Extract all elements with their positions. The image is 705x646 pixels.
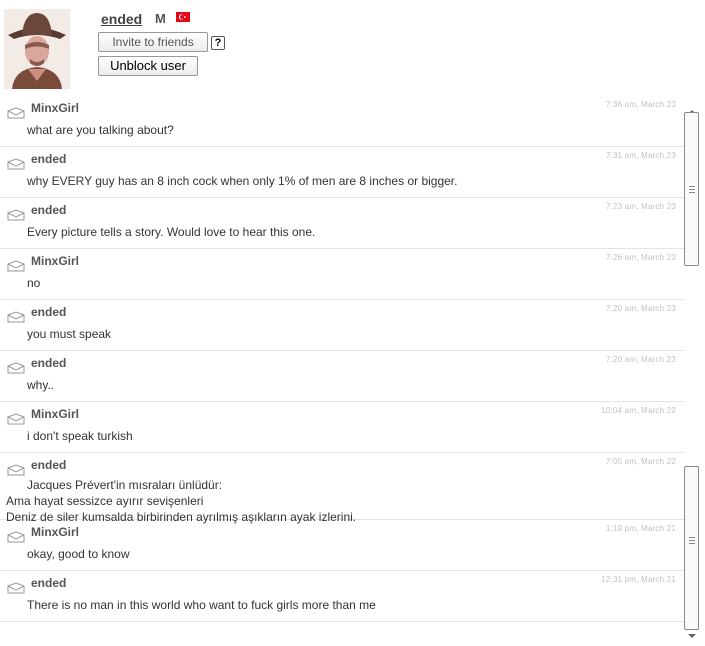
- message-time: 7:05 am, March 22: [605, 457, 676, 466]
- message-list: MinxGirl 7:36 am, March 23 what are you …: [0, 96, 684, 622]
- envelope-open-icon: [7, 311, 25, 323]
- message-item: MinxGirl 10:04 am, March 22 i don't spea…: [0, 402, 684, 453]
- message-sender[interactable]: ended: [31, 458, 66, 472]
- message-text: okay, good to know: [27, 546, 130, 562]
- message-time: 7:20 am, March 23: [605, 304, 676, 313]
- grip-line: [689, 192, 695, 193]
- message-time: 7:23 am, March 23: [605, 202, 676, 211]
- message-line: Ama hayat sessizce ayırır sevişenleri: [6, 494, 204, 508]
- message-sender[interactable]: ended: [31, 576, 66, 590]
- message-text: There is no man in this world who want t…: [27, 597, 376, 613]
- message-sender[interactable]: MinxGirl: [31, 254, 79, 268]
- envelope-open-icon: [7, 260, 25, 272]
- message-time: 12:31 pm, March 21: [601, 575, 676, 584]
- message-line: what are you talking about?: [27, 123, 174, 137]
- grip-line: [689, 537, 695, 538]
- message-time: 7:26 am, March 23: [605, 253, 676, 262]
- profile-header: ended M Invite to friends ? Unblock user: [0, 0, 705, 100]
- message-text: Jacques Prévert'in mısraları ünlüdür: Am…: [6, 477, 356, 525]
- message-time: 7:20 am, March 23: [605, 355, 676, 364]
- message-item: MinxGirl 7:26 am, March 23 no: [0, 249, 684, 300]
- grip-line: [689, 189, 695, 190]
- message-sender[interactable]: MinxGirl: [31, 407, 79, 421]
- grip-line: [689, 186, 695, 187]
- message-text: why..: [27, 377, 54, 393]
- message-text: what are you talking about?: [27, 122, 174, 138]
- message-line: Jacques Prévert'in mısraları ünlüdür:: [27, 478, 223, 492]
- message-text: i don't speak turkish: [27, 428, 133, 444]
- message-sender[interactable]: ended: [31, 305, 66, 319]
- avatar[interactable]: [4, 9, 70, 89]
- message-item: MinxGirl 1:19 pm, March 21 okay, good to…: [0, 520, 684, 571]
- turkey-flag-icon: [176, 12, 190, 22]
- message-sender[interactable]: ended: [31, 152, 66, 166]
- envelope-open-icon: [7, 531, 25, 543]
- avatar-image: [4, 9, 70, 89]
- message-line: why..: [27, 378, 55, 392]
- grip-line: [689, 540, 695, 541]
- message-sender[interactable]: ended: [31, 203, 66, 217]
- envelope-open-icon: [7, 158, 25, 170]
- message-line: you must speak: [27, 327, 112, 341]
- scrollbar[interactable]: [684, 108, 699, 642]
- envelope-open-icon: [7, 582, 25, 594]
- message-text: no: [27, 275, 40, 291]
- message-item: ended 7:23 am, March 23 Every picture te…: [0, 198, 684, 249]
- message-time: 1:19 pm, March 21: [605, 524, 676, 533]
- message-item: ended 7:20 am, March 23 you must speak: [0, 300, 684, 351]
- message-item: ended 7:05 am, March 22 Jacques Prévert'…: [0, 453, 684, 524]
- message-line: i don't speak turkish: [27, 429, 133, 443]
- unblock-user-button[interactable]: Unblock user: [98, 56, 198, 76]
- envelope-open-icon: [7, 107, 25, 119]
- message-text: why EVERY guy has an 8 inch cock when on…: [27, 173, 457, 189]
- gender-label: M: [155, 11, 166, 26]
- message-time: 7:36 am, March 23: [605, 100, 676, 109]
- message-sender[interactable]: MinxGirl: [31, 101, 79, 115]
- message-text: Every picture tells a story. Would love …: [27, 224, 315, 240]
- message-text: you must speak: [27, 326, 111, 342]
- envelope-open-icon: [7, 209, 25, 221]
- grip-line: [689, 543, 695, 544]
- invite-to-friends-button[interactable]: Invite to friends: [98, 32, 208, 52]
- scrollbar-thumb-lower[interactable]: [684, 466, 699, 630]
- message-line: okay, good to know: [27, 547, 130, 561]
- help-button[interactable]: ?: [211, 36, 225, 50]
- scroll-down-arrow-icon[interactable]: [688, 634, 696, 638]
- message-time: 7:31 am, March 23: [605, 151, 676, 160]
- message-item: ended 12:31 pm, March 21 There is no man…: [0, 571, 684, 622]
- message-line: Every picture tells a story. Would love …: [27, 225, 316, 239]
- message-item: MinxGirl 7:36 am, March 23 what are you …: [0, 96, 684, 147]
- envelope-open-icon: [7, 464, 25, 476]
- message-item: ended 7:31 am, March 23 why EVERY guy ha…: [0, 147, 684, 198]
- message-line: There is no man in this world who want t…: [27, 598, 376, 612]
- message-item: ended 7:20 am, March 23 why..: [0, 351, 684, 402]
- message-time: 10:04 am, March 22: [601, 406, 676, 415]
- message-sender[interactable]: MinxGirl: [31, 525, 79, 539]
- message-line: no: [27, 276, 41, 290]
- envelope-open-icon: [7, 362, 25, 374]
- scrollbar-thumb-upper[interactable]: [684, 112, 699, 266]
- username-link[interactable]: ended: [101, 11, 142, 27]
- message-sender[interactable]: ended: [31, 356, 66, 370]
- envelope-open-icon: [7, 413, 25, 425]
- message-line: why EVERY guy has an 8 inch cock when on…: [27, 174, 458, 188]
